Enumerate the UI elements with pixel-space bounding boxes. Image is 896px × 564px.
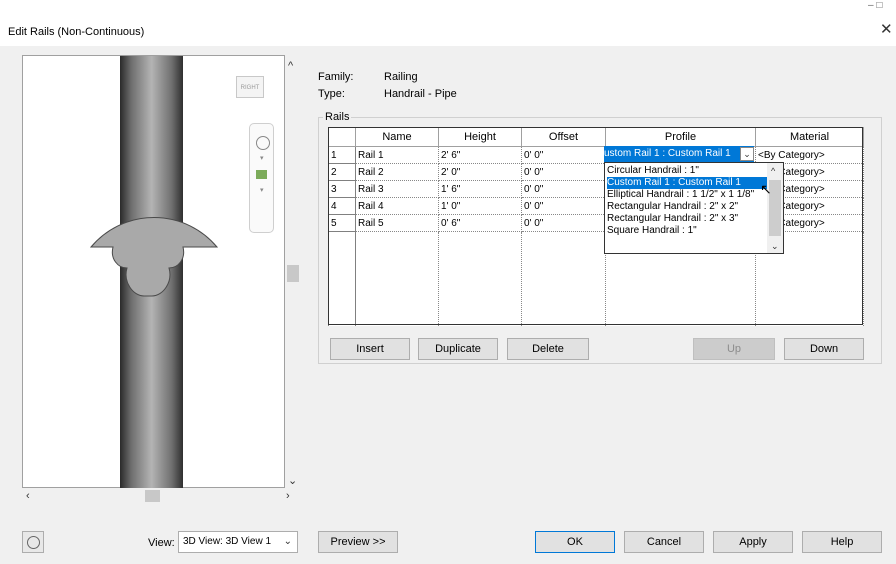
- dropdown-option[interactable]: Rectangular Handrail : 2" x 3": [607, 213, 769, 225]
- row-number[interactable]: 2: [328, 163, 356, 181]
- row-number[interactable]: 5: [328, 214, 356, 232]
- table-row[interactable]: 1 Rail 1 2' 6" 0' 0" <By Category>: [328, 146, 864, 164]
- material-cell[interactable]: <By Category>: [755, 146, 864, 164]
- ok-button[interactable]: OK: [535, 531, 615, 553]
- corner-header: [328, 127, 356, 147]
- dropdown-option[interactable]: Rectangular Handrail : 2" x 2": [607, 201, 769, 213]
- name-cell[interactable]: Rail 4: [355, 197, 439, 215]
- scroll-down-icon[interactable]: ⌄: [288, 475, 297, 487]
- scroll-thumb[interactable]: [287, 265, 299, 282]
- down-button[interactable]: Down: [784, 338, 864, 360]
- column-header-material[interactable]: Material: [755, 127, 864, 147]
- view-select-value: 3D View: 3D View 1: [183, 536, 272, 547]
- rails-group-label: Rails: [323, 111, 352, 123]
- up-button[interactable]: Up: [693, 338, 775, 360]
- row-number[interactable]: 4: [328, 197, 356, 215]
- window-title: Edit Rails (Non-Continuous): [8, 26, 145, 38]
- duplicate-button[interactable]: Duplicate: [418, 338, 498, 360]
- height-cell[interactable]: 1' 0": [438, 197, 522, 215]
- scroll-thumb[interactable]: [145, 490, 160, 502]
- restore-icon[interactable]: – □: [868, 0, 882, 11]
- profile-dropdown-value[interactable]: ustom Rail 1 : Custom Rail 1: [604, 146, 754, 162]
- row-number[interactable]: 1: [328, 146, 356, 164]
- offset-cell[interactable]: 0' 0": [521, 163, 606, 181]
- cancel-button[interactable]: Cancel: [624, 531, 704, 553]
- dropdown-option[interactable]: Circular Handrail : 1": [607, 165, 769, 177]
- chevron-down-icon[interactable]: ▾: [260, 186, 264, 194]
- railing-preview-graphic: [89, 56, 219, 489]
- navigation-bar[interactable]: ▾ ▾: [249, 123, 274, 233]
- dropdown-option[interactable]: Square Handrail : 1": [607, 225, 769, 237]
- scroll-up-icon[interactable]: ^: [771, 165, 775, 177]
- scroll-right-icon[interactable]: ›: [286, 490, 290, 502]
- close-icon[interactable]: ✕: [880, 22, 893, 38]
- offset-cell[interactable]: 0' 0": [521, 214, 606, 232]
- help-button[interactable]: Help: [802, 531, 882, 553]
- column-header-height[interactable]: Height: [438, 127, 522, 147]
- viewcube[interactable]: RIGHT: [236, 76, 264, 98]
- dropdown-option[interactable]: Elliptical Handrail : 1 1/2" x 1 1/8": [607, 189, 769, 201]
- height-cell[interactable]: 2' 0": [438, 163, 522, 181]
- delete-button[interactable]: Delete: [507, 338, 589, 360]
- type-value: Handrail - Pipe: [384, 88, 457, 100]
- height-cell[interactable]: 0' 6": [438, 214, 522, 232]
- chevron-down-icon[interactable]: ⌄: [740, 147, 754, 161]
- family-value: Railing: [384, 71, 418, 83]
- insert-button[interactable]: Insert: [330, 338, 410, 360]
- scroll-up-icon[interactable]: ^: [288, 60, 293, 72]
- preview-button[interactable]: Preview >>: [318, 531, 398, 553]
- steering-wheel-icon[interactable]: [256, 136, 270, 150]
- view-label: View:: [148, 537, 175, 549]
- view-select[interactable]: 3D View: 3D View 1 ⌄: [178, 531, 298, 553]
- preview-horizontal-scrollbar[interactable]: [22, 488, 301, 504]
- name-cell[interactable]: Rail 5: [355, 214, 439, 232]
- profile-dropdown-list[interactable]: Circular Handrail : 1" Custom Rail 1 : C…: [604, 162, 784, 254]
- apply-button[interactable]: Apply: [713, 531, 793, 553]
- rail-profile-shape: [89, 216, 219, 297]
- row-number[interactable]: 3: [328, 180, 356, 198]
- offset-cell[interactable]: 0' 0": [521, 146, 606, 164]
- family-label: Family:: [318, 71, 354, 83]
- mouse-cursor-icon: ↖: [760, 181, 772, 197]
- column-header-profile[interactable]: Profile: [605, 127, 756, 147]
- scroll-left-icon[interactable]: ‹: [26, 490, 30, 502]
- name-cell[interactable]: Rail 1: [355, 146, 439, 164]
- type-label: Type:: [318, 88, 345, 100]
- column-header-offset[interactable]: Offset: [521, 127, 606, 147]
- chevron-down-icon[interactable]: ▾: [260, 154, 264, 162]
- height-cell[interactable]: 2' 6": [438, 146, 522, 164]
- dropdown-option-highlighted[interactable]: Custom Rail 1 : Custom Rail 1: [607, 177, 769, 189]
- offset-cell[interactable]: 0' 0": [521, 197, 606, 215]
- steering-wheel-button[interactable]: [22, 531, 44, 553]
- offset-cell[interactable]: 0' 0": [521, 180, 606, 198]
- name-cell[interactable]: Rail 2: [355, 163, 439, 181]
- preview-pane[interactable]: RIGHT ▾ ▾: [22, 55, 285, 489]
- steering-wheel-icon: [27, 536, 40, 549]
- chevron-down-icon: ⌄: [283, 536, 292, 547]
- column-header-name[interactable]: Name: [355, 127, 439, 147]
- top-strip: [0, 0, 896, 14]
- scroll-down-icon[interactable]: ⌄: [771, 240, 779, 252]
- height-cell[interactable]: 1' 6": [438, 180, 522, 198]
- name-cell[interactable]: Rail 3: [355, 180, 439, 198]
- zoom-icon[interactable]: [256, 170, 267, 179]
